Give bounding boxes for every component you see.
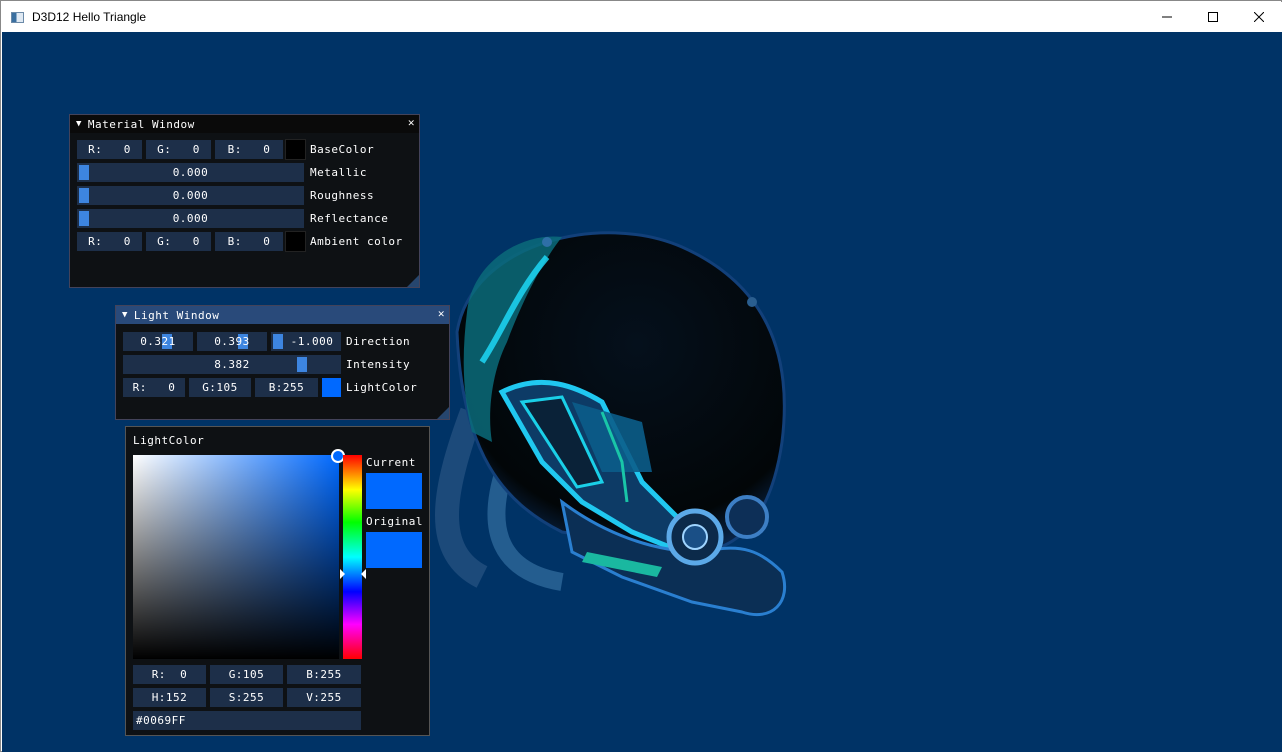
close-icon — [1254, 12, 1264, 22]
material-window-title: Material Window — [87, 117, 195, 131]
original-label: Original — [366, 515, 423, 528]
picker-g-field[interactable]: G:105 — [210, 665, 283, 684]
lightcolor-swatch[interactable] — [322, 378, 341, 397]
metallic-slider-grab[interactable] — [79, 165, 89, 180]
material-window-titlebar[interactable]: ▼ Material Window ✕ — [70, 115, 419, 133]
color-picker-title: LightColor — [133, 434, 205, 447]
color-picker-popup[interactable]: LightColor Current Original R: 0 G:105 B… — [125, 426, 430, 736]
direction-y-slider[interactable]: 0.393 — [197, 332, 267, 351]
ambient-g-field[interactable]: G: 0 — [146, 232, 211, 251]
collapse-triangle-icon[interactable]: ▼ — [76, 119, 82, 129]
close-button[interactable] — [1236, 2, 1282, 32]
lightcolor-b-field[interactable]: B:255 — [255, 378, 318, 397]
light-window-close-icon[interactable]: ✕ — [438, 307, 445, 320]
direction-y-value: 0.393 — [214, 335, 250, 348]
roughness-slider[interactable]: 0.000 — [77, 186, 304, 205]
roughness-value: 0.000 — [172, 189, 209, 202]
basecolor-b-field[interactable]: B: 0 — [215, 140, 283, 159]
intensity-value: 8.382 — [214, 358, 250, 371]
metallic-label: Metallic — [310, 166, 367, 179]
light-window-resize-grip[interactable] — [437, 407, 449, 419]
material-window[interactable]: ▼ Material Window ✕ R: 0 G: 0 B: 0 BaseC… — [69, 114, 420, 288]
app-window: D3D12 Hello Triangle ▼ Material Window ✕… — [0, 0, 1282, 752]
intensity-slider[interactable]: 8.382 — [123, 355, 341, 374]
hue-marker-icon[interactable] — [340, 569, 366, 579]
direction-x-slider[interactable]: 0.321 — [123, 332, 193, 351]
lightcolor-r-field[interactable]: R: 0 — [123, 378, 185, 397]
picker-s-field[interactable]: S:255 — [210, 688, 283, 707]
render-viewport[interactable]: ▼ Material Window ✕ R: 0 G: 0 B: 0 BaseC… — [2, 32, 1282, 752]
picker-h-field[interactable]: H:152 — [133, 688, 206, 707]
current-label: Current — [366, 456, 416, 469]
basecolor-label: BaseColor — [310, 143, 375, 156]
collapse-triangle-icon[interactable]: ▼ — [122, 310, 128, 320]
direction-z-value: -1.000 — [290, 335, 334, 348]
hue-bar[interactable] — [343, 455, 362, 659]
direction-label: Direction — [346, 335, 411, 348]
light-window-title: Light Window — [133, 308, 220, 322]
maximize-button[interactable] — [1190, 2, 1236, 32]
picker-b-field[interactable]: B:255 — [287, 665, 361, 684]
basecolor-g-field[interactable]: G: 0 — [146, 140, 211, 159]
light-window[interactable]: ▼ Light Window ✕ 0.321 0.393 -1.000 Dire… — [115, 305, 450, 420]
material-window-resize-grip[interactable] — [407, 275, 419, 287]
app-icon — [11, 11, 24, 23]
material-window-close-icon[interactable]: ✕ — [408, 116, 415, 129]
intensity-label: Intensity — [346, 358, 411, 371]
reflectance-slider-grab[interactable] — [79, 211, 89, 226]
lightcolor-label: LightColor — [346, 381, 418, 394]
minimize-icon — [1162, 16, 1172, 18]
roughness-label: Roughness — [310, 189, 375, 202]
picker-hex-field[interactable]: #0069FF — [133, 711, 361, 730]
lightcolor-g-field[interactable]: G:105 — [189, 378, 251, 397]
ambient-label: Ambient color — [310, 235, 403, 248]
direction-z-slider[interactable]: -1.000 — [271, 332, 341, 351]
reflectance-label: Reflectance — [310, 212, 389, 225]
roughness-slider-grab[interactable] — [79, 188, 89, 203]
metallic-slider[interactable]: 0.000 — [77, 163, 304, 182]
maximize-icon — [1208, 12, 1218, 22]
saturation-value-square[interactable] — [133, 455, 339, 659]
window-title: D3D12 Hello Triangle — [32, 10, 147, 24]
original-color-swatch[interactable] — [366, 532, 422, 568]
light-window-titlebar[interactable]: ▼ Light Window ✕ — [116, 306, 449, 324]
intensity-grab[interactable] — [297, 357, 307, 372]
basecolor-swatch[interactable] — [285, 139, 306, 160]
ambient-b-field[interactable]: B: 0 — [215, 232, 283, 251]
reflectance-value: 0.000 — [172, 212, 209, 225]
direction-x-value: 0.321 — [140, 335, 176, 348]
caption-buttons — [1144, 2, 1282, 32]
picker-r-field[interactable]: R: 0 — [133, 665, 206, 684]
metallic-value: 0.000 — [172, 166, 209, 179]
ambient-swatch[interactable] — [285, 231, 306, 252]
reflectance-slider[interactable]: 0.000 — [77, 209, 304, 228]
ambient-r-field[interactable]: R: 0 — [77, 232, 142, 251]
picker-v-field[interactable]: V:255 — [287, 688, 361, 707]
basecolor-r-field[interactable]: R: 0 — [77, 140, 142, 159]
title-bar[interactable]: D3D12 Hello Triangle — [2, 2, 1282, 32]
current-color-swatch — [366, 473, 422, 509]
minimize-button[interactable] — [1144, 2, 1190, 32]
